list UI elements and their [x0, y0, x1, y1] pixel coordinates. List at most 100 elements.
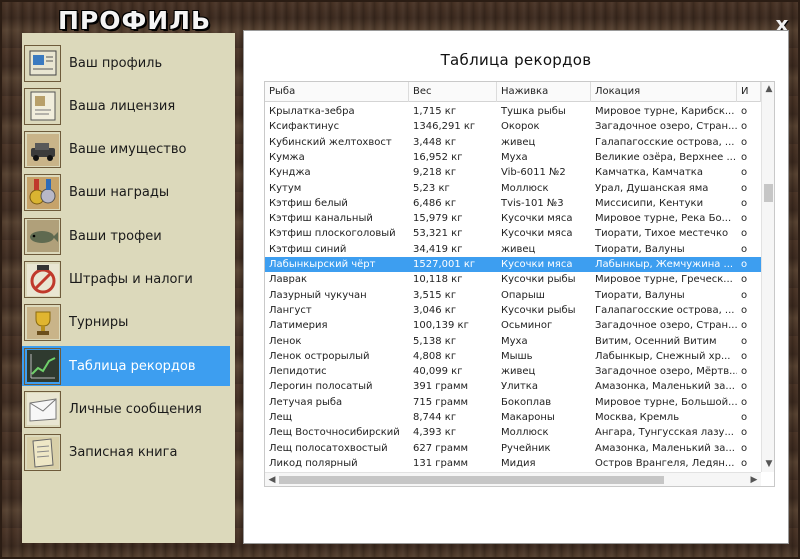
- scroll-up-icon[interactable]: ▲: [762, 83, 774, 95]
- table-cell: Лабынкыр, Снежный хр...: [595, 350, 731, 362]
- table-cell: Великие озёра, Верхнее ...: [595, 151, 737, 163]
- table-row[interactable]: Кэтфиш плоскоголовый 53,321 кг Кусочки мяс…: [265, 226, 761, 241]
- table-row[interactable]: Кумжа 16,952 кг Муха Великие озёра, Верхнее…: [265, 150, 761, 165]
- sidebar-item-2[interactable]: Ваша лицензия: [22, 86, 230, 126]
- column-header[interactable]: И: [737, 82, 761, 102]
- table-cell: Лабынкырский чёрт: [269, 259, 376, 270]
- scroll-left-icon[interactable]: ◀: [265, 474, 279, 486]
- medals-icon: [24, 174, 61, 212]
- sidebar-item-5[interactable]: Ваши трофеи: [22, 216, 230, 256]
- table-cell: Тиорати, Валуны: [595, 243, 685, 255]
- table-cell: Vib-6011 №2: [501, 167, 566, 179]
- table-cell: о: [741, 335, 748, 347]
- table-cell: Ленок острорылый: [269, 350, 370, 362]
- table-cell: Кэтфиш синий: [269, 243, 347, 255]
- table-cell: о: [741, 412, 748, 423]
- table-cell: Опарыш: [501, 289, 545, 301]
- table-row[interactable]: Леporин полосатый 391 грамм Улитка Амазонка…: [265, 379, 761, 394]
- table-cell: Кумжа: [269, 151, 305, 163]
- table-row[interactable]: Ленок 5,138 кг Муха Витим, Осенний Витим о: [265, 334, 761, 349]
- table-cell: Кэтфиш плоскоголовый: [269, 228, 396, 240]
- table-cell: 131 грамм: [413, 457, 469, 469]
- table-cell: Кусочки рыбы: [501, 274, 576, 286]
- table-cell: Амазонка, Маленький за...: [595, 381, 735, 393]
- table-row[interactable]: Кубинский желтохвост 3,448 кг живец Галапаг…: [265, 135, 761, 150]
- notebook-icon: [24, 434, 61, 472]
- table-row[interactable]: Ленок острорылый 4,808 кг Мышь Лабынкыр, Сн…: [265, 349, 761, 364]
- sidebar-item-7[interactable]: Турниры: [22, 303, 230, 343]
- table-cell: Урал, Душанская яма: [595, 182, 709, 194]
- table-cell: Кутум: [269, 182, 302, 194]
- table-row[interactable]: Летучая рыба 715 грамм Бокоплав Мировое тур…: [265, 395, 761, 410]
- table-cell: Лангуст: [269, 304, 312, 316]
- table-row[interactable]: Кэтфиш белый 6,486 кг Tvis-101 №3 Миссисипи…: [265, 196, 761, 211]
- table-cell: 1,715 кг: [413, 106, 457, 117]
- sidebar-item-label: Ваше имущество: [69, 142, 187, 158]
- sidebar-item-3[interactable]: Ваше имущество: [22, 130, 230, 170]
- vertical-scroll-thumb[interactable]: [764, 184, 773, 202]
- table-cell: Моллюск: [501, 427, 549, 439]
- table-row[interactable]: Кэтфиш синий 34,419 кг живец Тиорати, Валун…: [265, 242, 761, 257]
- table-cell: 5,23 кг: [413, 182, 450, 194]
- horizontal-scrollbar[interactable]: ◀ ▶: [265, 472, 761, 486]
- sidebar-item-8[interactable]: Таблица рекордов: [22, 346, 230, 387]
- table-cell: Загадочное озеро, Мёртв...: [595, 366, 737, 378]
- scroll-down-icon[interactable]: ▼: [762, 458, 774, 470]
- table-row[interactable]: Ксифактинус 1346,291 кг Окорок Загадочное о…: [265, 119, 761, 134]
- table-cell: Кубинский желтохвост: [269, 136, 392, 148]
- table-cell: Кэтфиш белый: [269, 197, 348, 209]
- car-property-icon: [24, 131, 61, 169]
- table-row[interactable]: Лещ полосатохвостый 627 грамм Ручейник Амаз…: [265, 441, 761, 456]
- table-cell: Кусочки рыбы: [501, 304, 576, 316]
- sidebar-item-1[interactable]: Ваш профиль: [22, 43, 230, 83]
- vertical-scrollbar[interactable]: ▲ ▼: [761, 82, 774, 472]
- sidebar-item-10[interactable]: Записная книга: [22, 433, 230, 473]
- table-row[interactable]: Латимерия 100,139 кг Осьминог Загадочное оз…: [265, 318, 761, 333]
- table-cell: 715 грамм: [413, 396, 469, 408]
- column-header[interactable]: Локация: [591, 82, 737, 102]
- table-cell: о: [741, 213, 748, 225]
- table-row[interactable]: Лазурный чукучан 3,515 кг Опарыш Тиорати, В…: [265, 288, 761, 303]
- table-cell: 34,419 кг: [413, 243, 463, 255]
- table-cell: о: [741, 197, 748, 209]
- sidebar: Ваш профиль Ваша лицензия Ваше имущество Ва…: [22, 33, 235, 543]
- table-cell: Леporин полосатый: [269, 381, 373, 393]
- table-cell: Остров Врангеля, Ледян...: [595, 457, 735, 469]
- table-cell: 4,808 кг: [413, 350, 457, 362]
- table-row[interactable]: Ликод полярный 131 грамм Мидия Остров Вранг…: [265, 456, 761, 471]
- table-row[interactable]: Лаврак 10,118 кг Кусочки рыбы Мировое турне…: [265, 272, 761, 287]
- table-cell: Крылатка-зебра: [269, 106, 355, 117]
- table-cell: о: [741, 136, 748, 148]
- column-header[interactable]: Вес: [409, 82, 497, 102]
- table-cell: Витим, Осенний Витим: [595, 335, 717, 347]
- table-cell: о: [741, 381, 748, 393]
- column-header[interactable]: Наживка: [497, 82, 591, 102]
- sidebar-item-9[interactable]: Личные сообщения: [22, 389, 230, 429]
- table-row[interactable]: Кутум 5,23 кг Моллюск Урал, Душанская яма о: [265, 181, 761, 196]
- table-cell: Загадочное озеро, Стран...: [595, 320, 737, 332]
- sidebar-item-4[interactable]: Ваши награды: [22, 173, 230, 213]
- table-row[interactable]: Лабынкырский чёрт 1527,001 кг Кусочки мяса…: [265, 257, 761, 273]
- sidebar-item-6[interactable]: Штрафы и налоги: [22, 260, 230, 300]
- table-cell: 3,046 кг: [413, 304, 457, 316]
- table-cell: о: [741, 259, 748, 270]
- table-cell: Ликод полярный: [269, 457, 358, 469]
- records-chart-icon: [24, 347, 61, 385]
- table-cell: о: [741, 304, 748, 316]
- column-header[interactable]: Рыба: [265, 82, 409, 102]
- table-cell: Мировое турне, Карибск...: [595, 106, 735, 117]
- table-cell: 8,744 кг: [413, 412, 457, 423]
- table-row[interactable]: Лещ Восточносибирский 4,393 кг Моллюск Анга…: [265, 425, 761, 440]
- table-cell: Кусочки мяса: [501, 213, 573, 225]
- table-row[interactable]: Лепидотис 40,099 кг живец Загадочное озеро,…: [265, 364, 761, 379]
- table-row[interactable]: Кунджа 9,218 кг Vib-6011 №2 Камчатка, Камча…: [265, 165, 761, 180]
- table-row[interactable]: Кэтфиш канальный 15,979 кг Кусочки мяса Мир…: [265, 211, 761, 226]
- table-row[interactable]: Лещ 8,744 кг Макароны Москва, Кремль о: [265, 410, 761, 425]
- horizontal-scroll-thumb[interactable]: [279, 476, 664, 484]
- scroll-right-icon[interactable]: ▶: [747, 474, 761, 486]
- table-cell: живец: [501, 366, 536, 378]
- table-row[interactable]: Крылатка-зебра 1,715 кг Тушка рыбы Мировое …: [265, 104, 761, 119]
- table-row[interactable]: Лангуст 3,046 кг Кусочки рыбы Галапагосские…: [265, 303, 761, 318]
- table-cell: живец: [501, 136, 536, 148]
- tournament-cup-icon: [24, 304, 61, 342]
